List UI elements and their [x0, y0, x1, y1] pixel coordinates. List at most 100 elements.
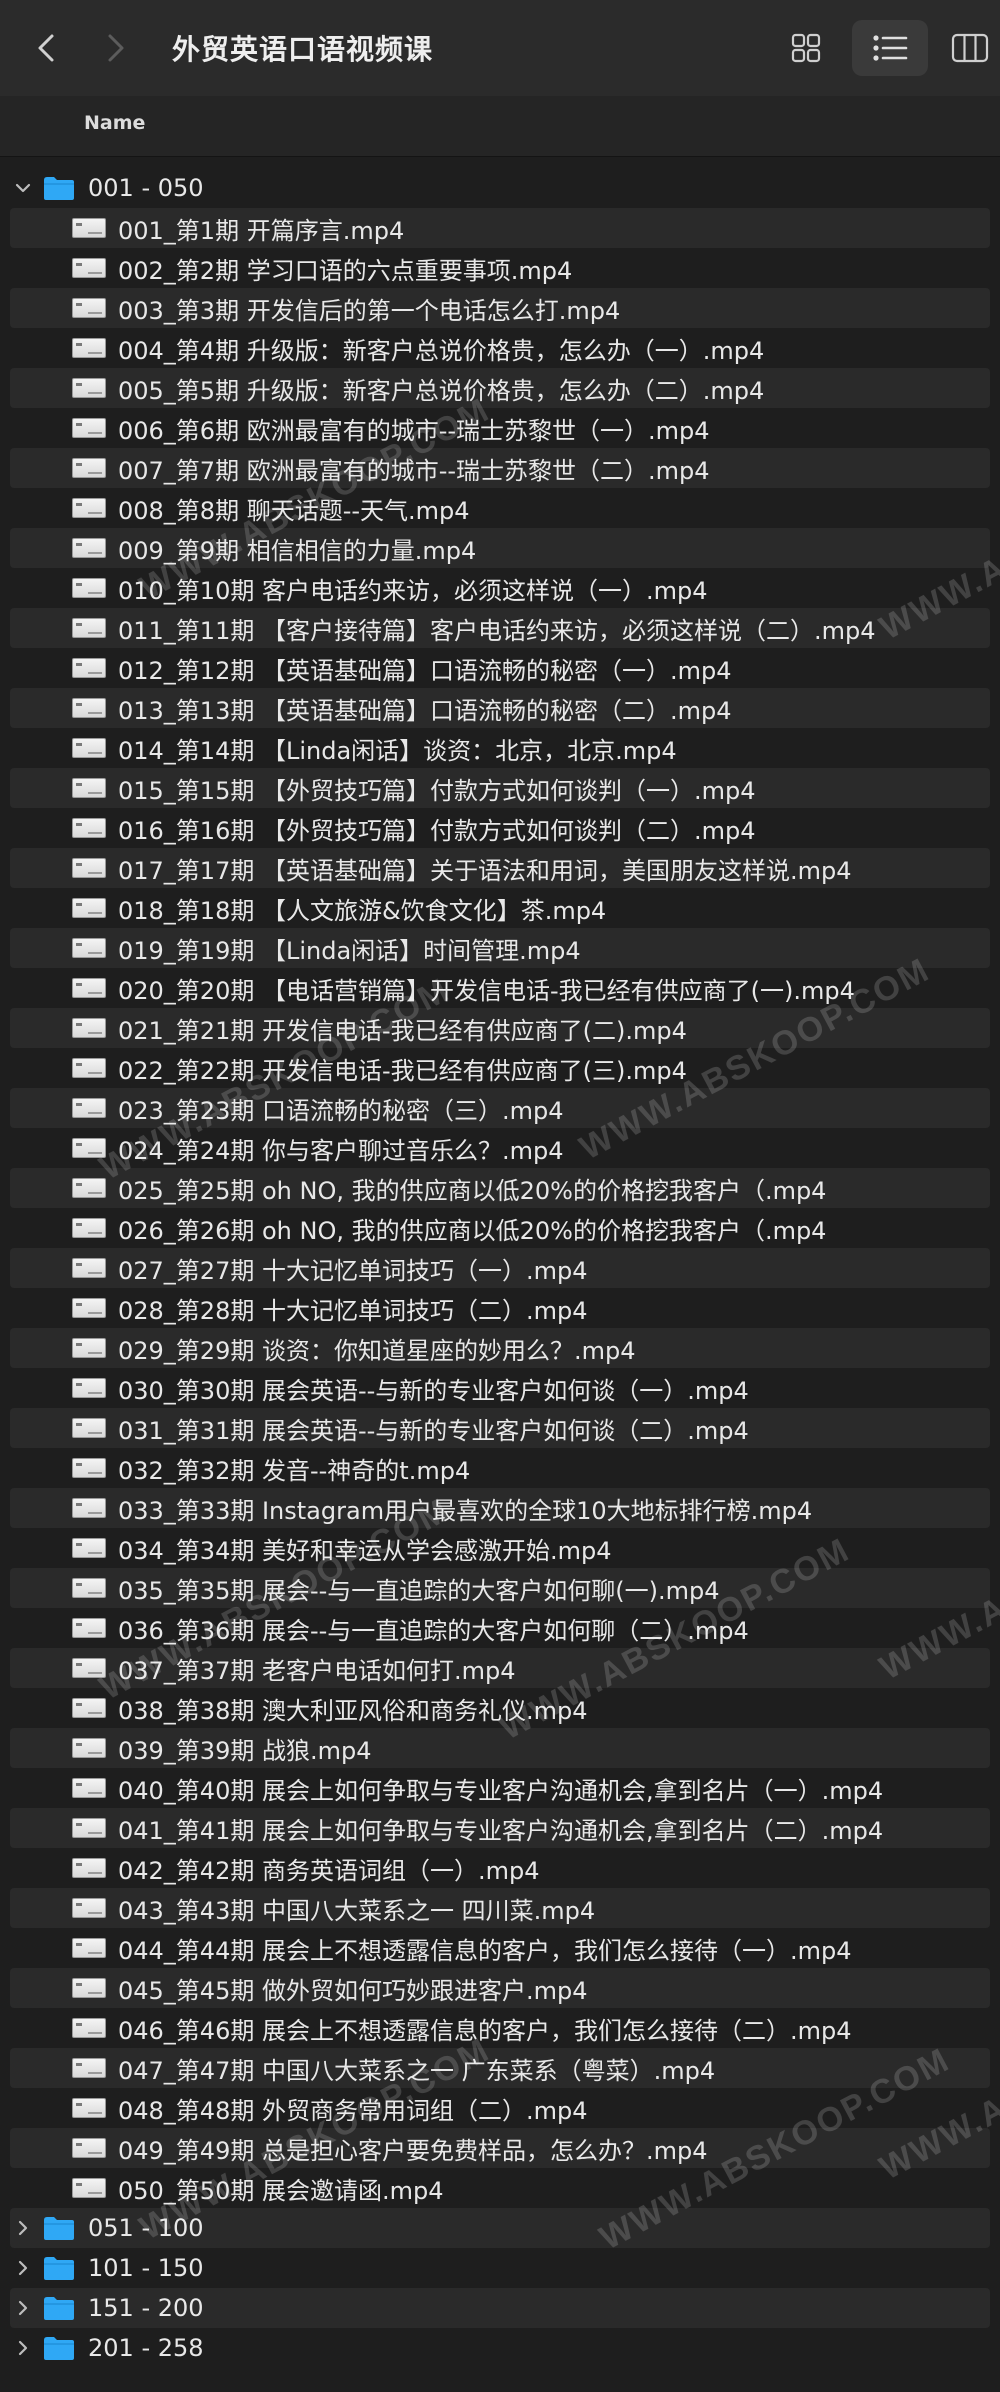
file-row[interactable]: 021_第21期 开发信电话-我已经有供应商了(二).mp4: [10, 1008, 990, 1048]
file-name: 049_第49期 总是担心客户要免费样品，怎么办？.mp4: [118, 2136, 708, 2165]
video-file-icon: [72, 1698, 106, 1718]
video-file-icon: [72, 1898, 106, 1918]
file-row[interactable]: 029_第29期 谈资：你知道星座的妙用么？.mp4: [10, 1328, 990, 1368]
file-row[interactable]: 049_第49期 总是担心客户要免费样品，怎么办？.mp4: [10, 2128, 990, 2168]
file-row[interactable]: 011_第11期 【客户接待篇】客户电话约来访，必须这样说（二）.mp4: [10, 608, 990, 648]
file-row[interactable]: 036_第36期 展会--与一直追踪的大客户如何聊（二）.mp4: [0, 1608, 1000, 1648]
file-row[interactable]: 043_第43期 中国八大菜系之一 四川菜.mp4: [10, 1888, 990, 1928]
file-row[interactable]: 010_第10期 客户电话约来访，必须这样说（一）.mp4: [0, 568, 1000, 608]
file-name: 001_第1期 开篇序言.mp4: [118, 216, 405, 245]
video-file-icon: [72, 1258, 106, 1278]
file-row[interactable]: 028_第28期 十大记忆单词技巧（二）.mp4: [0, 1288, 1000, 1328]
file-name: 029_第29期 谈资：你知道星座的妙用么？.mp4: [118, 1336, 636, 1365]
video-file-icon: [72, 1458, 106, 1478]
file-name: 039_第39期 战狼.mp4: [118, 1736, 372, 1765]
folder-row[interactable]: 051 - 100: [10, 2208, 990, 2248]
file-row[interactable]: 008_第8期 聊天话题--天气.mp4: [0, 488, 1000, 528]
folder-name: 151 - 200: [88, 2294, 204, 2322]
file-row[interactable]: 033_第33期 Instagram用户最喜欢的全球10大地标排行榜.mp4: [10, 1488, 990, 1528]
disclosure-closed-icon[interactable]: [12, 2217, 34, 2239]
video-file-icon: [72, 858, 106, 878]
video-file-icon: [72, 1338, 106, 1358]
column-view-button[interactable]: [940, 20, 1000, 76]
file-row[interactable]: 034_第34期 美好和幸运从学会感激开始.mp4: [0, 1528, 1000, 1568]
video-file-icon: [72, 938, 106, 958]
file-name: 019_第19期 【Linda闲话】时间管理.mp4: [118, 936, 581, 965]
file-row[interactable]: 013_第13期 【英语基础篇】口语流畅的秘密（二）.mp4: [10, 688, 990, 728]
file-row[interactable]: 018_第18期 【人文旅游&饮食文化】茶.mp4: [0, 888, 1000, 928]
video-file-icon: [72, 1658, 106, 1678]
folder-row[interactable]: 201 - 258: [0, 2328, 1000, 2368]
file-row[interactable]: 017_第17期 【英语基础篇】关于语法和用词，美国朋友这样说.mp4: [10, 848, 990, 888]
file-name: 014_第14期 【Linda闲话】谈资：北京，北京.mp4: [118, 736, 677, 765]
file-row[interactable]: 038_第38期 澳大利亚风俗和商务礼仪.mp4: [0, 1688, 1000, 1728]
file-row[interactable]: 044_第44期 展会上不想透露信息的客户，我们怎么接待（一）.mp4: [0, 1928, 1000, 1968]
file-row[interactable]: 037_第37期 老客户电话如何打.mp4: [10, 1648, 990, 1688]
file-name: 028_第28期 十大记忆单词技巧（二）.mp4: [118, 1296, 588, 1325]
disclosure-closed-icon[interactable]: [12, 2297, 34, 2319]
file-row[interactable]: 050_第50期 展会邀请函.mp4: [0, 2168, 1000, 2208]
file-name: 018_第18期 【人文旅游&饮食文化】茶.mp4: [118, 896, 607, 925]
view-switcher: [768, 20, 1000, 76]
file-row[interactable]: 023_第23期 口语流畅的秘密（三）.mp4: [10, 1088, 990, 1128]
file-row[interactable]: 047_第47期 中国八大菜系之一 广东菜系（粤菜）.mp4: [10, 2048, 990, 2088]
disclosure-open-icon[interactable]: [12, 177, 34, 199]
file-row[interactable]: 025_第25期 oh NO, 我的供应商以低20%的价格挖我客户（.mp4: [10, 1168, 990, 1208]
list-view-icon: [873, 35, 908, 61]
file-row[interactable]: 012_第12期 【英语基础篇】口语流畅的秘密（一）.mp4: [0, 648, 1000, 688]
file-row[interactable]: 020_第20期 【电话营销篇】开发信电话-我已经有供应商了(一).mp4: [0, 968, 1000, 1008]
file-name: 015_第15期 【外贸技巧篇】付款方式如何谈判（一）.mp4: [118, 776, 756, 805]
disclosure-closed-icon[interactable]: [12, 2337, 34, 2359]
file-row[interactable]: 002_第2期 学习口语的六点重要事项.mp4: [0, 248, 1000, 288]
file-row[interactable]: 032_第32期 发音--神奇的t.mp4: [0, 1448, 1000, 1488]
name-column-header[interactable]: Name: [84, 112, 145, 134]
file-row[interactable]: 048_第48期 外贸商务常用词组（二）.mp4: [0, 2088, 1000, 2128]
file-name: 046_第46期 展会上不想透露信息的客户，我们怎么接待（二）.mp4: [118, 2016, 852, 2045]
folder-row[interactable]: 001 - 050: [0, 168, 1000, 208]
folder-icon: [42, 2335, 76, 2361]
file-row[interactable]: 024_第24期 你与客户聊过音乐么？.mp4: [0, 1128, 1000, 1168]
file-name: 040_第40期 展会上如何争取与专业客户沟通机会,拿到名片（一）.mp4: [118, 1776, 884, 1805]
folder-name: 101 - 150: [88, 2254, 204, 2282]
file-row[interactable]: 014_第14期 【Linda闲话】谈资：北京，北京.mp4: [0, 728, 1000, 768]
file-row[interactable]: 026_第26期 oh NO, 我的供应商以低20%的价格挖我客户（.mp4: [0, 1208, 1000, 1248]
grid-view-button[interactable]: [768, 20, 844, 76]
file-name: 009_第9期 相信相信的力量.mp4: [118, 536, 477, 565]
file-row[interactable]: 019_第19期 【Linda闲话】时间管理.mp4: [10, 928, 990, 968]
file-row[interactable]: 042_第42期 商务英语词组（一）.mp4: [0, 1848, 1000, 1888]
file-row[interactable]: 016_第16期 【外贸技巧篇】付款方式如何谈判（二）.mp4: [0, 808, 1000, 848]
file-name: 035_第35期 展会--与一直追踪的大客户如何聊(一).mp4: [118, 1576, 720, 1605]
file-row[interactable]: 031_第31期 展会英语--与新的专业客户如何谈（二）.mp4: [10, 1408, 990, 1448]
forward-button[interactable]: [96, 18, 136, 78]
folder-row[interactable]: 151 - 200: [10, 2288, 990, 2328]
file-name: 036_第36期 展会--与一直追踪的大客户如何聊（二）.mp4: [118, 1616, 749, 1645]
video-file-icon: [72, 1418, 106, 1438]
file-row[interactable]: 004_第4期 升级版：新客户总说价格贵，怎么办（一）.mp4: [0, 328, 1000, 368]
file-row[interactable]: 022_第22期 开发信电话-我已经有供应商了(三).mp4: [0, 1048, 1000, 1088]
file-row[interactable]: 041_第41期 展会上如何争取与专业客户沟通机会,拿到名片（二）.mp4: [10, 1808, 990, 1848]
file-row[interactable]: 015_第15期 【外贸技巧篇】付款方式如何谈判（一）.mp4: [10, 768, 990, 808]
file-row[interactable]: 027_第27期 十大记忆单词技巧（一）.mp4: [10, 1248, 990, 1288]
file-row[interactable]: 009_第9期 相信相信的力量.mp4: [10, 528, 990, 568]
video-file-icon: [72, 1818, 106, 1838]
file-row[interactable]: 035_第35期 展会--与一直追踪的大客户如何聊(一).mp4: [10, 1568, 990, 1608]
file-name: 043_第43期 中国八大菜系之一 四川菜.mp4: [118, 1896, 596, 1925]
list-view-button[interactable]: [852, 20, 928, 76]
file-row[interactable]: 006_第6期 欧洲最富有的城市--瑞士苏黎世（一）.mp4: [0, 408, 1000, 448]
back-button[interactable]: [26, 18, 66, 78]
file-row[interactable]: 040_第40期 展会上如何争取与专业客户沟通机会,拿到名片（一）.mp4: [0, 1768, 1000, 1808]
disclosure-closed-icon[interactable]: [12, 2257, 34, 2279]
file-row[interactable]: 039_第39期 战狼.mp4: [10, 1728, 990, 1768]
file-row[interactable]: 045_第45期 做外贸如何巧妙跟进客户.mp4: [10, 1968, 990, 2008]
file-row[interactable]: 007_第7期 欧洲最富有的城市--瑞士苏黎世（二）.mp4: [10, 448, 990, 488]
file-name: 011_第11期 【客户接待篇】客户电话约来访，必须这样说（二）.mp4: [118, 616, 876, 645]
file-row[interactable]: 001_第1期 开篇序言.mp4: [10, 208, 990, 248]
file-name: 041_第41期 展会上如何争取与专业客户沟通机会,拿到名片（二）.mp4: [118, 1816, 884, 1845]
file-row[interactable]: 030_第30期 展会英语--与新的专业客户如何谈（一）.mp4: [0, 1368, 1000, 1408]
file-row[interactable]: 003_第3期 开发信后的第一个电话怎么打.mp4: [10, 288, 990, 328]
file-row[interactable]: 005_第5期 升级版：新客户总说价格贵，怎么办（二）.mp4: [10, 368, 990, 408]
video-file-icon: [72, 1018, 106, 1038]
file-row[interactable]: 046_第46期 展会上不想透露信息的客户，我们怎么接待（二）.mp4: [0, 2008, 1000, 2048]
folder-row[interactable]: 101 - 150: [0, 2248, 1000, 2288]
video-file-icon: [72, 1298, 106, 1318]
